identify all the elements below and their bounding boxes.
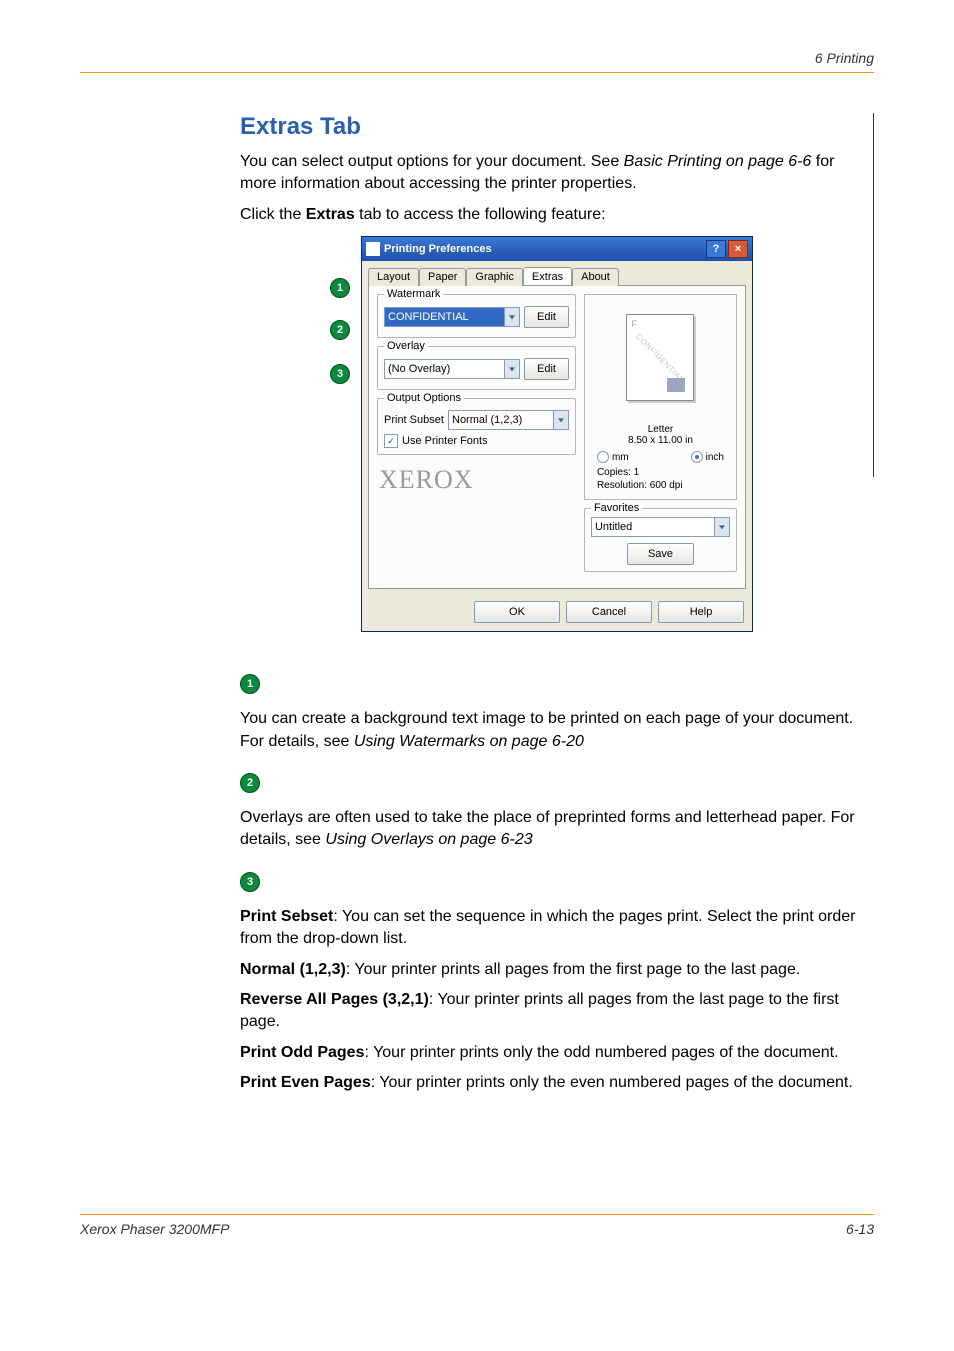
tab-paper[interactable]: Paper <box>419 268 466 286</box>
paper-size-name: Letter <box>591 424 730 435</box>
print-subset-select[interactable]: Normal (1,2,3) <box>448 410 569 430</box>
cancel-button[interactable]: Cancel <box>566 601 652 623</box>
overlay-legend: Overlay <box>384 340 428 352</box>
print-subset-label: Print Subset <box>384 414 444 426</box>
radio-icon <box>691 451 703 463</box>
chevron-down-icon <box>509 316 515 320</box>
callout-2: 2 <box>330 320 350 340</box>
preview-block <box>667 378 685 392</box>
chevron-down-icon <box>509 368 515 372</box>
output-legend: Output Options <box>384 392 464 404</box>
bullet-3: 3 <box>240 872 260 892</box>
tab-graphic[interactable]: Graphic <box>466 268 523 286</box>
dialog-title: Printing Preferences <box>384 243 492 255</box>
note-3-3: Reverse All Pages (3,2,1): Your printer … <box>240 989 874 1034</box>
radio-icon <box>597 451 609 463</box>
printing-preferences-dialog: Printing Preferences ? × Layout Paper Gr… <box>361 236 753 632</box>
paper-size-dim: 8.50 x 11.00 in <box>591 435 730 446</box>
preview-info: Letter 8.50 x 11.00 in mm inch Copies: 1… <box>584 420 737 500</box>
brand-label: XEROX <box>377 463 576 501</box>
intro-p1a: You can select output options for your d… <box>240 153 624 170</box>
footer-right: 6-13 <box>846 1221 874 1237</box>
note-3-2: Normal (1,2,3): Your printer prints all … <box>240 959 874 981</box>
watermark-group: Watermark CONFIDENTIAL Edit <box>377 294 576 338</box>
unit-inch-radio[interactable]: inch <box>691 451 724 463</box>
dialog-tabs: Layout Paper Graphic Extras About <box>368 267 746 285</box>
tab-extras[interactable]: Extras <box>523 267 572 285</box>
intro-p2a: Click the <box>240 206 306 223</box>
intro-p2c: tab to access the following feature: <box>355 206 606 223</box>
callout-3: 3 <box>330 364 350 384</box>
output-options-group: Output Options Print Subset Normal (1,2,… <box>377 398 576 455</box>
note-2: Overlays are often used to take the plac… <box>240 807 874 852</box>
chevron-down-icon <box>558 419 564 423</box>
note-3-4: Print Odd Pages: Your printer prints onl… <box>240 1042 874 1064</box>
intro-p1b: Basic Printing on page 6-6 <box>624 153 812 170</box>
overlay-edit-button[interactable]: Edit <box>524 358 569 380</box>
page-preview: F CONFIDENTIAL <box>584 294 737 420</box>
unit-mm-radio[interactable]: mm <box>597 451 629 463</box>
tab-body: Watermark CONFIDENTIAL Edit Overlay <box>368 285 746 589</box>
overlay-group: Overlay (No Overlay) Edit <box>377 346 576 390</box>
dialog-buttons: OK Cancel Help <box>362 595 752 631</box>
intro-p1: You can select output options for your d… <box>240 151 874 196</box>
use-printer-fonts-label: Use Printer Fonts <box>402 435 488 447</box>
callout-1: 1 <box>330 278 350 298</box>
titlebar-close-button[interactable]: × <box>728 240 748 258</box>
preview-watermark: CONFIDENTIAL <box>634 332 686 384</box>
watermark-edit-button[interactable]: Edit <box>524 306 569 328</box>
favorites-save-button[interactable]: Save <box>627 543 694 565</box>
checkbox-icon: ✓ <box>384 434 398 448</box>
tab-layout[interactable]: Layout <box>368 268 419 286</box>
watermark-select[interactable]: CONFIDENTIAL <box>384 307 520 327</box>
footer-left: Xerox Phaser 3200MFP <box>80 1221 229 1237</box>
chapter-label: 6 Printing <box>815 50 874 66</box>
favorites-legend: Favorites <box>591 502 642 514</box>
note-3-1: Print Sebset: You can set the sequence i… <box>240 906 874 951</box>
section-title: Extras Tab <box>240 113 874 141</box>
titlebar-help-button[interactable]: ? <box>706 240 726 258</box>
resolution-label: Resolution: 600 dpi <box>591 480 730 493</box>
note-1: You can create a background text image t… <box>240 708 874 753</box>
note-3-5: Print Even Pages: Your printer prints on… <box>240 1072 874 1094</box>
bullet-2: 2 <box>240 773 260 793</box>
intro-p2b: Extras <box>306 206 355 223</box>
printer-icon <box>366 242 380 256</box>
chevron-down-icon <box>719 526 725 530</box>
page-header: 6 Printing <box>80 50 874 73</box>
favorites-group: Favorites Untitled Save <box>584 508 737 572</box>
watermark-legend: Watermark <box>384 288 443 300</box>
use-printer-fonts-checkbox[interactable]: ✓ Use Printer Fonts <box>384 434 569 448</box>
help-button[interactable]: Help <box>658 601 744 623</box>
tab-about[interactable]: About <box>572 268 619 286</box>
ok-button[interactable]: OK <box>474 601 560 623</box>
copies-label: Copies: 1 <box>591 467 730 480</box>
favorites-select[interactable]: Untitled <box>591 517 730 537</box>
bullet-1: 1 <box>240 674 260 694</box>
page-footer: Xerox Phaser 3200MFP 6-13 <box>80 1214 874 1237</box>
intro-p2: Click the Extras tab to access the follo… <box>240 204 874 226</box>
dialog-titlebar: Printing Preferences ? × <box>362 237 752 261</box>
overlay-select[interactable]: (No Overlay) <box>384 359 520 379</box>
preview-f: F <box>631 319 637 329</box>
